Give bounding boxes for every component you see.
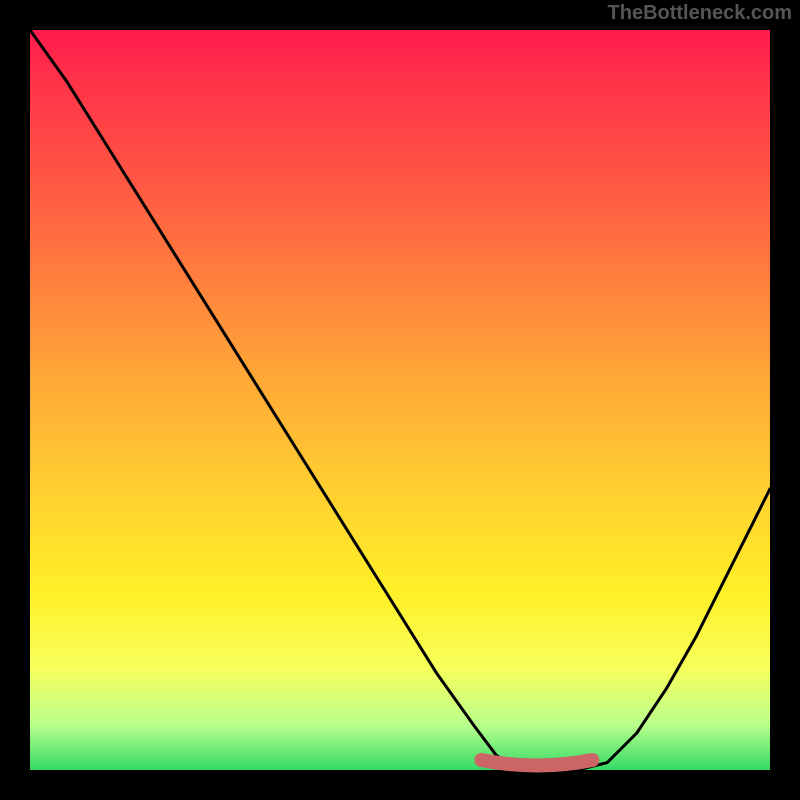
bottleneck-curve (30, 30, 770, 770)
plot-area (30, 30, 770, 770)
watermark-text: TheBottleneck.com (608, 2, 792, 25)
highlight-segment (481, 760, 592, 766)
curve-svg (30, 30, 770, 770)
chart-frame: TheBottleneck.com (0, 0, 800, 800)
